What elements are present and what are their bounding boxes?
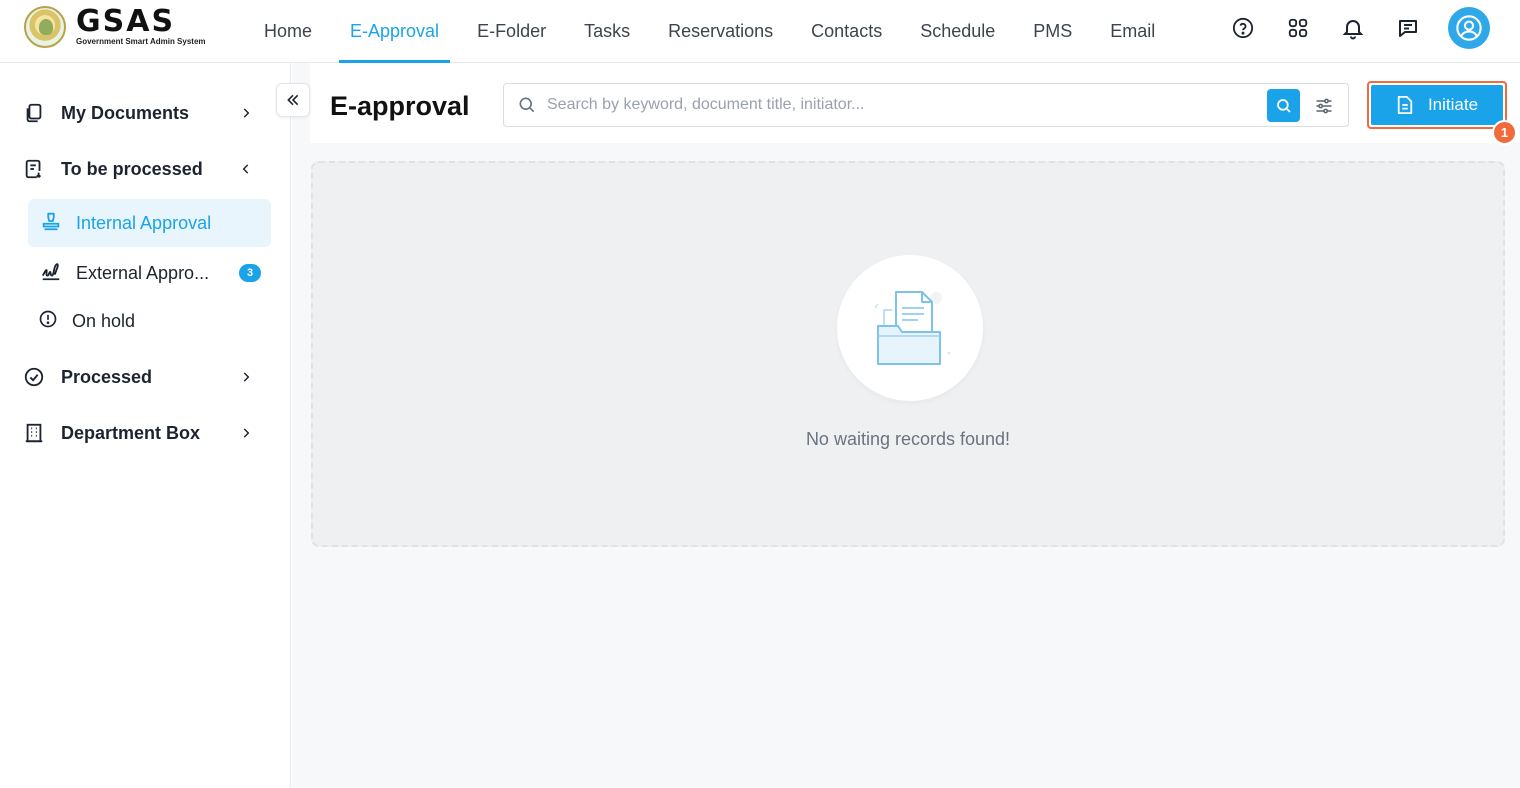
chat-icon[interactable]: [1390, 10, 1426, 46]
nav-pms[interactable]: PMS: [1014, 0, 1091, 63]
logo-subtitle: Government Smart Admin System: [76, 37, 206, 46]
sidebar-item-label: Processed: [61, 366, 153, 387]
apps-grid-icon[interactable]: [1280, 10, 1316, 46]
nav-schedule[interactable]: Schedule: [901, 0, 1014, 63]
chevron-right-icon: [236, 103, 256, 123]
sidebar-item-processed[interactable]: Processed: [22, 357, 270, 397]
nav-contacts[interactable]: Contacts: [792, 0, 901, 63]
search-bar: [503, 83, 1349, 127]
main-content: E-approval Initiate 1: [276, 63, 1520, 788]
page-title: E-approval: [330, 91, 470, 121]
help-icon[interactable]: [1225, 10, 1261, 46]
sidebar-item-label: Department Box: [61, 422, 201, 443]
sidebar-item-department-box[interactable]: Department Box: [22, 413, 270, 453]
count-badge: 3: [239, 264, 261, 282]
initiate-highlight: Initiate: [1367, 81, 1507, 129]
sidebar-item-label: To be processed: [61, 158, 203, 179]
search-input[interactable]: [547, 96, 1247, 114]
empty-state-panel: No waiting records found!: [311, 161, 1505, 547]
chevron-left-icon: [236, 159, 256, 179]
sidebar-item-to-be-processed[interactable]: To be processed: [22, 149, 270, 189]
nav-reservations[interactable]: Reservations: [649, 0, 792, 63]
initiate-label: Initiate: [1427, 95, 1479, 114]
sidebar-item-label: External Appro...: [76, 262, 210, 283]
document-icon: [1396, 95, 1414, 115]
building-icon: [22, 421, 46, 445]
sidebar: My Documents To be processed Internal Ap…: [0, 63, 291, 788]
sidebar-item-label: Internal Approval: [76, 212, 212, 233]
initiate-button[interactable]: Initiate: [1371, 85, 1503, 125]
double-chevron-left-icon: [287, 94, 299, 106]
logo-title: GSAS: [76, 4, 176, 39]
stamp-icon: [40, 210, 62, 237]
app-logo[interactable]: GSAS Government Smart Admin System: [24, 6, 206, 48]
documents-icon: [22, 101, 46, 125]
nav-email[interactable]: Email: [1091, 0, 1174, 63]
bell-icon[interactable]: [1335, 10, 1371, 46]
logo-text: GSAS Government Smart Admin System: [76, 4, 206, 47]
user-avatar-icon[interactable]: [1448, 7, 1490, 49]
sidebar-item-my-documents[interactable]: My Documents: [22, 93, 270, 133]
top-actions: [1206, 0, 1490, 56]
search-icon: [516, 94, 538, 116]
collapse-sidebar-button[interactable]: [276, 83, 310, 117]
nav-e-approval[interactable]: E-Approval: [331, 0, 458, 63]
sidebar-item-label: On hold: [72, 310, 136, 331]
nav-e-folder[interactable]: E-Folder: [458, 0, 565, 63]
empty-state-message: No waiting records found!: [805, 429, 1011, 449]
main-nav: Home E-Approval E-Folder Tasks Reservati…: [245, 0, 1174, 63]
chevron-right-icon: [236, 423, 256, 443]
sidebar-item-internal-approval[interactable]: Internal Approval: [28, 199, 271, 247]
signature-icon: [40, 260, 62, 287]
empty-state-illustration: [837, 255, 983, 401]
top-bar: GSAS Government Smart Admin System Home …: [0, 0, 1520, 63]
sidebar-item-on-hold[interactable]: On hold: [28, 297, 271, 345]
government-emblem-icon: [24, 6, 66, 48]
check-circle-icon: [22, 365, 46, 389]
sidebar-item-external-approval[interactable]: External Appro... 3: [28, 249, 271, 297]
step-badge: 1: [1492, 120, 1517, 145]
alert-circle-icon: [38, 309, 58, 334]
search-icon: [1276, 98, 1291, 113]
filter-settings-icon[interactable]: [1312, 94, 1336, 118]
pending-document-icon: [22, 157, 46, 181]
sidebar-item-label: My Documents: [61, 102, 190, 123]
chevron-right-icon: [236, 367, 256, 387]
nav-home[interactable]: Home: [245, 0, 331, 63]
search-button[interactable]: [1267, 89, 1300, 122]
nav-tasks[interactable]: Tasks: [565, 0, 649, 63]
empty-folder-icon: [874, 291, 951, 365]
